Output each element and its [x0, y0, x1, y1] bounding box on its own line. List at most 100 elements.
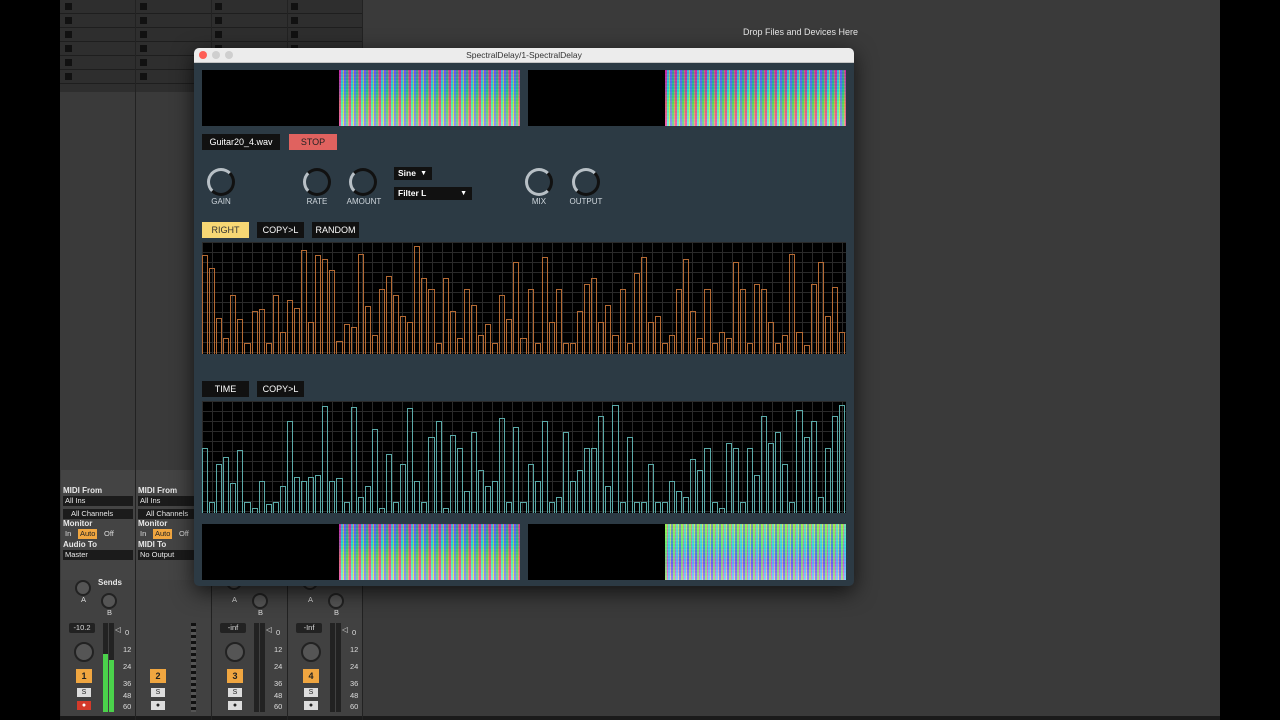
filter-bar[interactable]: [541, 256, 548, 354]
time-bar[interactable]: [520, 502, 527, 513]
time-bar[interactable]: [449, 435, 456, 513]
clip-stop-button[interactable]: [215, 31, 222, 38]
time-bar[interactable]: [761, 415, 768, 513]
filter-bar[interactable]: [407, 321, 414, 354]
solo-button[interactable]: S: [151, 688, 165, 697]
filter-bar[interactable]: [796, 332, 803, 354]
pan-knob[interactable]: [225, 642, 245, 662]
midi-channel-select[interactable]: All Channels: [138, 509, 196, 519]
volume-readout[interactable]: -10.2: [69, 623, 95, 633]
filter-bar[interactable]: [654, 316, 661, 354]
time-bar[interactable]: [626, 437, 633, 513]
time-bar[interactable]: [605, 486, 612, 513]
filter-bar[interactable]: [570, 343, 577, 354]
send-b-knob[interactable]: [328, 593, 344, 609]
fader-handle-icon[interactable]: ◁: [342, 625, 348, 634]
filter-bar[interactable]: [244, 343, 251, 354]
filter-bar[interactable]: [711, 343, 718, 354]
time-bar[interactable]: [336, 478, 343, 513]
filter-bar[interactable]: [357, 253, 364, 354]
time-bar[interactable]: [322, 406, 329, 513]
filter-bar[interactable]: [485, 323, 492, 354]
time-bar[interactable]: [796, 410, 803, 513]
time-bar[interactable]: [831, 415, 838, 513]
filter-bar[interactable]: [456, 337, 463, 354]
filter-bar[interactable]: [301, 250, 308, 354]
time-bar[interactable]: [485, 486, 492, 513]
time-bar[interactable]: [478, 469, 485, 513]
time-button[interactable]: TIME: [202, 381, 249, 397]
gain-knob[interactable]: [207, 168, 235, 196]
filter-bar[interactable]: [315, 254, 322, 354]
filter-bar[interactable]: [336, 341, 343, 354]
time-bar[interactable]: [216, 464, 223, 513]
clip-stop-button[interactable]: [65, 17, 72, 24]
random-button[interactable]: RANDOM: [312, 222, 359, 238]
copy-to-left-button[interactable]: COPY>L: [257, 222, 304, 238]
filter-bar[interactable]: [640, 256, 647, 354]
filter-bar[interactable]: [789, 253, 796, 354]
filter-bar[interactable]: [725, 337, 732, 354]
filter-bar[interactable]: [237, 319, 244, 354]
solo-button[interactable]: S: [77, 688, 91, 697]
arm-button[interactable]: ●: [304, 701, 318, 710]
fader-handle-icon[interactable]: ◁: [266, 625, 272, 634]
time-bar[interactable]: [230, 482, 237, 513]
filter-bar[interactable]: [435, 343, 442, 354]
midi-from-select[interactable]: All Ins: [138, 496, 196, 506]
time-bar[interactable]: [782, 464, 789, 513]
filter-bar[interactable]: [669, 334, 676, 354]
filter-bar[interactable]: [428, 289, 435, 354]
clip-stop-button[interactable]: [140, 45, 147, 52]
filter-bar[interactable]: [810, 283, 817, 354]
filter-bar[interactable]: [619, 289, 626, 354]
filter-bar[interactable]: [386, 276, 393, 354]
monitor-off-button[interactable]: Off: [102, 529, 116, 539]
window-titlebar[interactable]: SpectralDelay/1-SpectralDelay: [194, 48, 854, 63]
filter-bar[interactable]: [279, 332, 286, 354]
filter-bar[interactable]: [690, 310, 697, 354]
filter-bar[interactable]: [272, 294, 279, 354]
clip-stop-button[interactable]: [291, 17, 298, 24]
track-activator-button[interactable]: 4: [303, 669, 319, 683]
time-bar[interactable]: [244, 502, 251, 513]
filter-bar[interactable]: [704, 289, 711, 354]
filter-bar[interactable]: [831, 287, 838, 354]
time-bar[interactable]: [711, 502, 718, 513]
time-bar[interactable]: [704, 448, 711, 513]
time-bar[interactable]: [746, 448, 753, 513]
arm-button[interactable]: ●: [151, 701, 165, 710]
midi-from-select[interactable]: All Ins: [63, 496, 133, 506]
time-bar[interactable]: [810, 421, 817, 513]
filter-bar[interactable]: [265, 343, 272, 354]
clip-stop-button[interactable]: [215, 3, 222, 10]
time-bar[interactable]: [633, 502, 640, 513]
filter-bar[interactable]: [308, 321, 315, 354]
time-bar[interactable]: [662, 502, 669, 513]
filter-bar[interactable]: [782, 334, 789, 354]
clip-stop-button[interactable]: [65, 3, 72, 10]
filter-bar[interactable]: [718, 332, 725, 354]
filter-bar[interactable]: [577, 310, 584, 354]
audio-to-select[interactable]: Master: [63, 550, 133, 560]
filter-bar[interactable]: [506, 319, 513, 354]
amount-knob[interactable]: [349, 168, 377, 196]
filter-bar[interactable]: [683, 258, 690, 354]
filter-bar[interactable]: [746, 343, 753, 354]
time-bar[interactable]: [456, 448, 463, 513]
time-copy-to-left-button[interactable]: COPY>L: [257, 381, 304, 397]
filter-bar[interactable]: [775, 343, 782, 354]
monitor-off-button[interactable]: Off: [177, 529, 191, 539]
time-bar[interactable]: [584, 448, 591, 513]
time-bar[interactable]: [718, 507, 725, 513]
time-bar[interactable]: [541, 421, 548, 513]
time-bar[interactable]: [640, 502, 647, 513]
time-bar[interactable]: [315, 475, 322, 513]
filter-bar[interactable]: [286, 300, 293, 354]
filter-bar[interactable]: [400, 316, 407, 354]
time-bar[interactable]: [555, 496, 562, 513]
time-bar[interactable]: [258, 480, 265, 513]
filter-select[interactable]: Filter L ▼: [394, 187, 472, 200]
time-bar[interactable]: [414, 480, 421, 513]
rate-knob[interactable]: [303, 168, 331, 196]
